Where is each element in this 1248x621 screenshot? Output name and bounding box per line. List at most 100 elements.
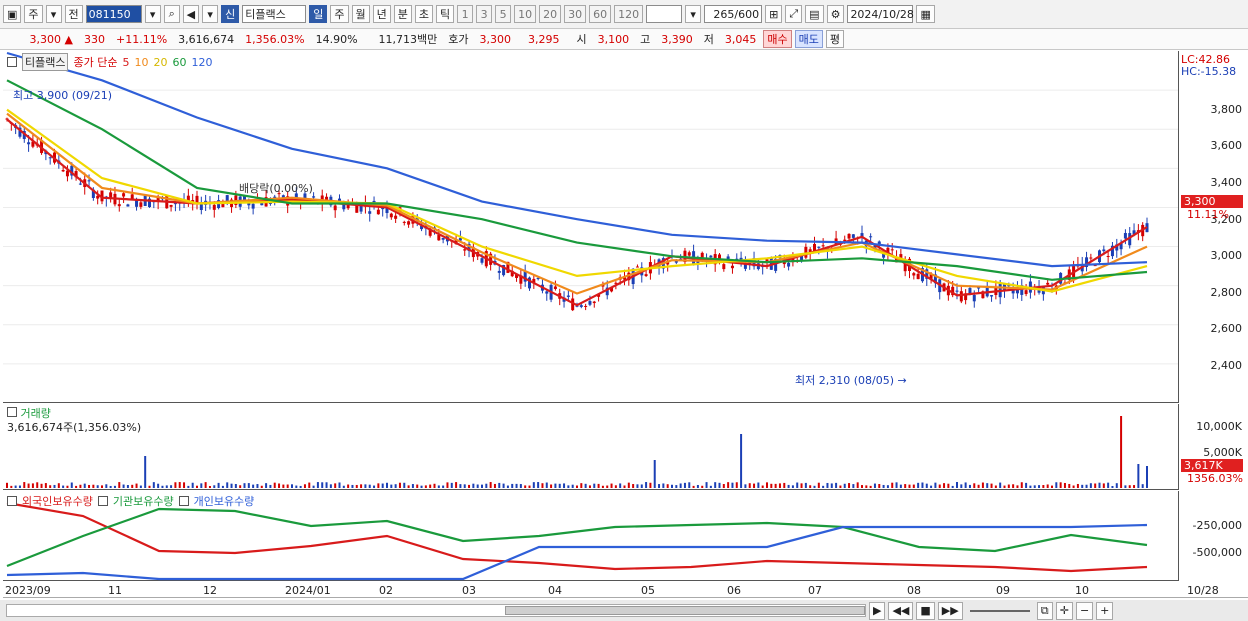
volume-bar: [1033, 485, 1036, 488]
buy-button[interactable]: 매수: [763, 30, 792, 48]
volume-bar: [800, 483, 803, 488]
volume-bar: [899, 484, 902, 488]
price-chart[interactable]: 최고 3,900 (09/21) 최저 2,310 (08/05) → 배당락(0.…: [3, 51, 1178, 403]
minute-60-button[interactable]: 60: [589, 5, 612, 23]
volume-bar: [809, 485, 812, 488]
count-max: /600: [734, 7, 760, 21]
volume-bar: [964, 482, 967, 488]
scrollbar-thumb[interactable]: [505, 606, 865, 615]
volume-bar: [27, 483, 30, 488]
volume-bar: [951, 485, 954, 488]
period-tick-button[interactable]: 틱: [436, 5, 455, 23]
prev-button[interactable]: 전: [64, 5, 83, 23]
volume-bar: [1046, 484, 1049, 488]
ma-indicator-label: 종가 단순: [73, 56, 118, 69]
candle-body: [389, 213, 393, 218]
stock-name-field[interactable]: 티플랙스: [242, 5, 307, 23]
volume-bar: [493, 483, 496, 488]
candle-body: [584, 305, 588, 307]
expand-icon[interactable]: ⤢: [785, 5, 803, 23]
period-day-button[interactable]: 일: [309, 5, 328, 23]
pane-menu-icon[interactable]: [7, 57, 17, 67]
minute-30-button[interactable]: 30: [564, 5, 587, 23]
sell-button[interactable]: 매도: [794, 30, 823, 48]
grid-icon[interactable]: ⊞: [765, 5, 783, 23]
xtick-05: 05: [641, 584, 655, 597]
save-icon[interactable]: ▤: [805, 5, 824, 23]
period-year-button[interactable]: 년: [372, 5, 391, 23]
candle-body: [869, 236, 873, 238]
period-week-button[interactable]: 주: [330, 5, 349, 23]
volume-bar: [571, 484, 574, 488]
minute-3-button[interactable]: 3: [476, 5, 493, 23]
crosshair-icon[interactable]: ✛: [1055, 601, 1073, 620]
pane-menu-icon-5[interactable]: [178, 496, 189, 506]
calendar-icon[interactable]: ▦: [916, 5, 935, 23]
search-icon[interactable]: ⌕: [163, 5, 180, 23]
minute-20-button[interactable]: 20: [539, 5, 562, 23]
zoom-out-icon[interactable]: −: [1075, 601, 1094, 620]
candle-body: [1089, 257, 1093, 259]
volume-bar: [640, 484, 643, 488]
candle-body: [169, 204, 173, 207]
volume-bar: [273, 482, 276, 488]
volume-value-label: 3,616,674주(1,356.03%): [7, 421, 142, 434]
custom-period-input[interactable]: [646, 5, 683, 23]
stop-icon[interactable]: ■: [916, 601, 935, 620]
volume-bar: [49, 485, 52, 488]
stock-code-input[interactable]: 081150: [85, 5, 142, 23]
candle-body: [722, 264, 726, 270]
volume-bar: [463, 484, 466, 488]
candle-body: [553, 286, 557, 289]
volume-bar: [1085, 484, 1088, 488]
period-month-button[interactable]: 월: [351, 5, 370, 23]
volume-bar: [753, 483, 756, 488]
scroll-right-icon[interactable]: ▶: [869, 601, 886, 620]
date-input[interactable]: 2024/10/28: [847, 5, 914, 23]
volume-bar: [36, 482, 39, 488]
period-minute-button[interactable]: 분: [393, 5, 412, 23]
volume-bar: [476, 484, 479, 488]
last-volume-marker: 3,617K: [1181, 459, 1243, 472]
volume-bar: [1137, 464, 1140, 488]
custom-period-dropdown-icon[interactable]: ▾: [685, 5, 702, 23]
minute-5-button[interactable]: 5: [495, 5, 512, 23]
minute-1-button[interactable]: 1: [457, 5, 474, 23]
volume-bar: [804, 482, 807, 488]
candle-body: [61, 169, 65, 172]
candle-body: [195, 195, 199, 203]
data-count-field[interactable]: 265/600: [704, 5, 763, 23]
price-chart-pane[interactable]: 최고 3,900 (09/21) 최저 2,310 (08/05) → 배당락(0.…: [3, 51, 1178, 403]
volume-bar: [1128, 485, 1131, 488]
zoom-slider[interactable]: [969, 609, 1030, 612]
minute-120-button[interactable]: 120: [614, 5, 644, 23]
zoom-in-icon[interactable]: +: [1096, 601, 1114, 620]
period-second-button[interactable]: 초: [414, 5, 433, 23]
horizontal-scrollbar[interactable]: [6, 604, 866, 617]
volume-bar: [597, 483, 600, 488]
volume-pane[interactable]: 거래량 3,616,674주(1,356.03%): [3, 404, 1178, 490]
period-mode-select[interactable]: 주: [24, 5, 43, 23]
gear-icon[interactable]: ⚙: [826, 5, 845, 23]
pane-menu-icon-4[interactable]: [97, 496, 108, 506]
volume-bar: [740, 434, 743, 488]
fast-forward-icon[interactable]: ▶▶: [937, 601, 963, 620]
pane-menu-icon-2[interactable]: [7, 407, 17, 417]
volume-chart[interactable]: [3, 404, 1178, 490]
ytick-2600: 2,600: [1210, 322, 1243, 335]
chevron-down-icon[interactable]: ▾: [45, 5, 62, 23]
volume-bar: [528, 485, 531, 488]
holdings-pane[interactable]: 외국인보유수량 기관보유수량 개인보유수량: [3, 491, 1178, 581]
layout-icon[interactable]: ⧉: [1036, 601, 1053, 620]
minute-10-button[interactable]: 10: [514, 5, 537, 23]
ma120-label: 120: [191, 55, 213, 69]
window-icon[interactable]: ▣: [3, 5, 22, 23]
speaker-icon[interactable]: ◀: [182, 5, 200, 23]
volume-bar: [576, 485, 578, 488]
pane-menu-icon-3[interactable]: [7, 496, 17, 506]
rewind-icon[interactable]: ◀◀: [888, 601, 914, 620]
volume-bar: [705, 482, 708, 488]
chevron-down-icon-2[interactable]: ▾: [202, 5, 219, 23]
code-dropdown-icon[interactable]: ▾: [144, 5, 161, 23]
avg-button[interactable]: 평: [825, 30, 845, 48]
